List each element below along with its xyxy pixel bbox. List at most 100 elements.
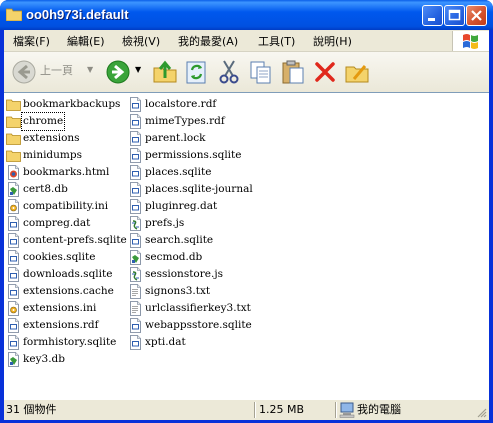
file-name: downloads.sqlite [23, 268, 113, 280]
generic-file-icon [8, 233, 19, 248]
copy-icon[interactable] [248, 58, 274, 86]
toolbar: 上一頁 ▼ ▼ [4, 52, 489, 93]
menu-file[interactable]: 檔案(F) [13, 33, 50, 49]
status-location: 我的電腦 [357, 403, 401, 416]
file-name: permissions.sqlite [145, 149, 242, 161]
paste-icon[interactable] [280, 58, 306, 86]
maximize-icon [448, 9, 461, 21]
window-title: oo0h973i.default [26, 7, 129, 22]
generic-file-icon [8, 318, 19, 333]
file-name: formhistory.sqlite [23, 336, 117, 348]
file-name: webappsstore.sqlite [145, 319, 252, 331]
file-name: compreg.dat [23, 217, 91, 229]
file-name: bookmarks.html [23, 166, 110, 178]
file-name: extensions.rdf [23, 319, 99, 331]
delete-icon[interactable] [312, 58, 338, 86]
generic-file-icon [130, 114, 141, 129]
txt-file-icon [130, 301, 141, 316]
explorer-window: oo0h973i.default 檔案(F) 編輯(E) 檢視(V) 我的最愛(… [0, 0, 493, 423]
generic-file-icon [130, 148, 141, 163]
file-name: signons3.txt [145, 285, 211, 297]
back-icon[interactable] [10, 58, 38, 86]
forward-dropdown-icon[interactable]: ▼ [135, 65, 141, 74]
minimize-icon [428, 18, 435, 21]
file-name: cert8.db [23, 183, 68, 195]
html-file-icon [8, 165, 19, 180]
windows-logo [452, 31, 489, 51]
file-name: places.sqlite-journal [145, 183, 253, 195]
windows-flag-icon [463, 34, 478, 49]
status-divider [335, 402, 337, 418]
file-name: extensions.cache [23, 285, 114, 297]
maximize-button[interactable] [444, 5, 465, 26]
file-name: search.sqlite [145, 234, 214, 246]
menu-help[interactable]: 說明(H) [313, 33, 352, 49]
status-object-count: 31 個物件 [6, 403, 57, 416]
db-file-icon [8, 352, 19, 367]
my-computer-icon [339, 402, 355, 418]
cut-icon[interactable] [216, 58, 242, 86]
generic-file-icon [130, 199, 141, 214]
status-divider [254, 402, 256, 418]
back-dropdown-icon[interactable]: ▼ [87, 65, 93, 74]
status-size: 1.25 MB [259, 403, 305, 416]
generic-file-icon [8, 216, 19, 231]
folder-icon [6, 150, 21, 162]
sync-icon[interactable] [184, 58, 210, 86]
menu-edit[interactable]: 編輯(E) [67, 33, 105, 49]
generic-file-icon [8, 267, 19, 282]
window-client: 檔案(F) 編輯(E) 檢視(V) 我的最愛(A) 工具(T) 說明(H) 上一… [4, 30, 489, 420]
file-name: chrome [20, 112, 66, 131]
file-name: xpti.dat [145, 336, 186, 348]
file-name: minidumps [23, 149, 82, 161]
js-file-icon [130, 267, 141, 282]
folders-icon[interactable] [344, 58, 370, 86]
menu-tools[interactable]: 工具(T) [258, 33, 295, 49]
db-file-icon [130, 250, 141, 265]
file-name: places.sqlite [145, 166, 212, 178]
generic-file-icon [130, 182, 141, 197]
generic-file-icon [130, 233, 141, 248]
file-name: content-prefs.sqlite [23, 234, 127, 246]
folder-icon [6, 116, 21, 128]
file-name: sessionstore.js [145, 268, 223, 280]
title-bar[interactable]: oo0h973i.default [0, 0, 493, 30]
menu-bar: 檔案(F) 編輯(E) 檢視(V) 我的最愛(A) 工具(T) 說明(H) [4, 30, 489, 52]
menu-view[interactable]: 檢視(V) [122, 33, 160, 49]
file-name: extensions [23, 132, 80, 144]
generic-file-icon [8, 250, 19, 265]
generic-file-icon [130, 97, 141, 112]
generic-file-icon [8, 335, 19, 350]
file-list[interactable]: bookmarkbackups chrome extensions minidumps… [4, 92, 489, 399]
back-label[interactable]: 上一頁 [40, 62, 73, 78]
folder-icon [6, 8, 22, 21]
generic-file-icon [8, 284, 19, 299]
file-name: mimeTypes.rdf [145, 115, 225, 127]
generic-file-icon [130, 335, 141, 350]
ini-file-icon [8, 199, 19, 214]
file-name: cookies.sqlite [23, 251, 96, 263]
file-name: prefs.js [145, 217, 185, 229]
folder-icon [6, 133, 21, 145]
close-button[interactable] [466, 5, 487, 26]
menu-favorites[interactable]: 我的最愛(A) [178, 33, 238, 49]
file-name: urlclassifierkey3.txt [145, 302, 251, 314]
folder-icon [6, 99, 21, 111]
file-name: bookmarkbackups [23, 98, 121, 110]
minimize-button[interactable] [422, 5, 443, 26]
up-folder-icon[interactable] [152, 58, 178, 86]
file-name: pluginreg.dat [145, 200, 218, 212]
file-name: secmod.db [145, 251, 203, 263]
file-name: parent.lock [145, 132, 206, 144]
forward-icon[interactable] [104, 58, 132, 86]
close-icon [471, 10, 482, 21]
ini-file-icon [8, 301, 19, 316]
file-name: localstore.rdf [145, 98, 217, 110]
generic-file-icon [130, 131, 141, 146]
generic-file-icon [130, 318, 141, 333]
file-name: key3.db [23, 353, 65, 365]
status-bar: 31 個物件 1.25 MB 我的電腦 [4, 399, 489, 420]
resize-grip-icon[interactable] [477, 408, 487, 418]
txt-file-icon [130, 284, 141, 299]
file-name: compatibility.ini [23, 200, 109, 212]
